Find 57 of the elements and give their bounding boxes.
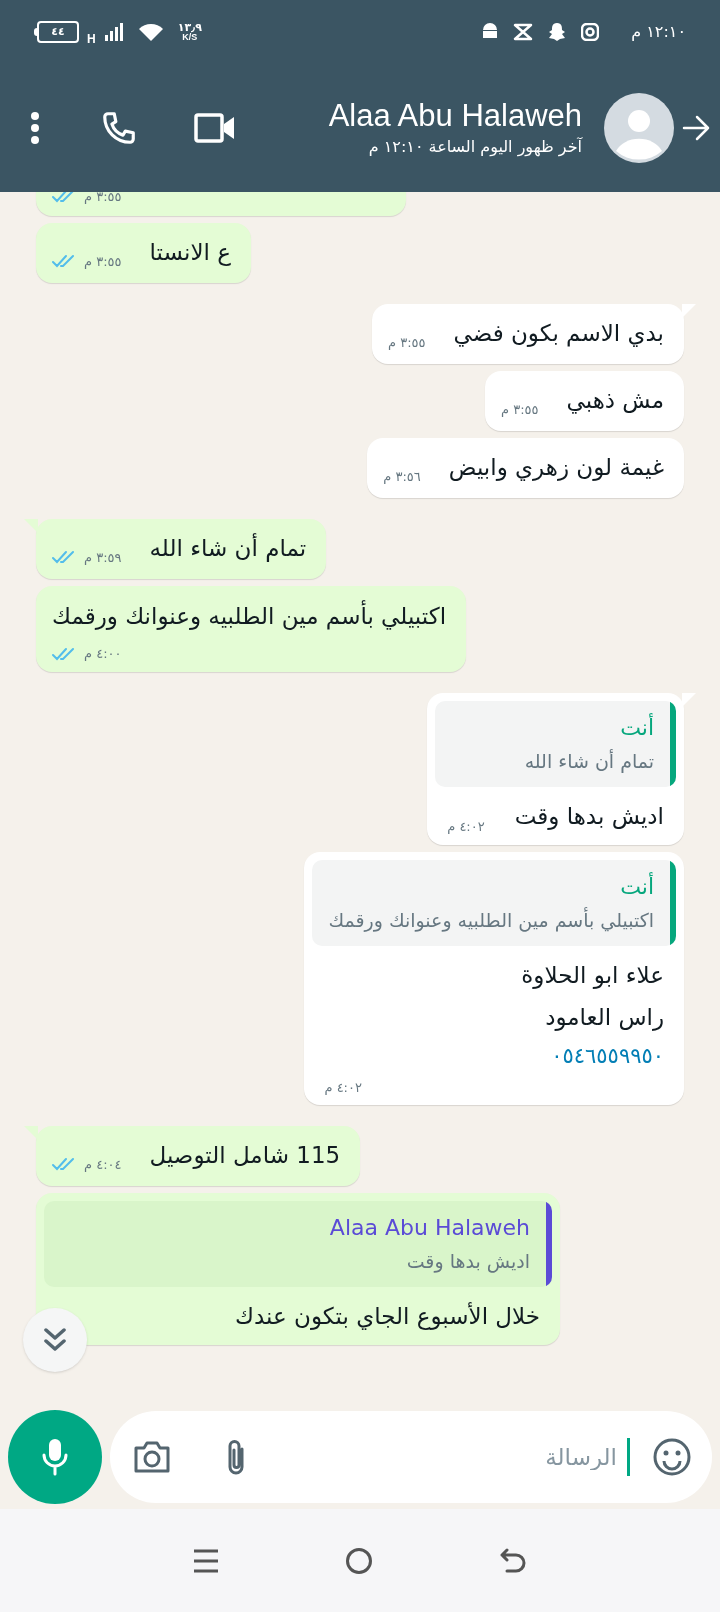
contact-name[interactable]: Alaa Abu Halaweh [328, 96, 582, 136]
home-icon[interactable] [345, 1546, 373, 1575]
message-field[interactable]: الرسالة [248, 1439, 617, 1475]
recent-apps-icon[interactable] [193, 1547, 219, 1574]
quote-author: أنت [620, 712, 654, 742]
message-text: علاء ابو الحلاوة [521, 960, 664, 991]
message-time: ٣:٥٥ م [84, 252, 122, 271]
battery-level: ٤٤ [51, 23, 65, 40]
wifi-icon [137, 22, 164, 42]
phone-icon[interactable] [100, 109, 138, 147]
message-text: غيمة لون زهري وابيض [448, 453, 664, 483]
back-arrow-icon[interactable] [682, 115, 710, 141]
quote-text: تمام أن شاء الله [524, 748, 654, 775]
ghost-icon [547, 22, 568, 42]
microphone-icon [42, 1438, 68, 1476]
network-type: H [87, 31, 96, 48]
camera-icon[interactable] [132, 1440, 172, 1474]
text-cursor [627, 1438, 630, 1476]
quoted-message[interactable]: أنت اكتبيلي بأسم مين الطلبيه وعنوانك ورقمك [312, 859, 676, 946]
message-input[interactable]: الرسالة [110, 1411, 712, 1503]
video-call-icon[interactable] [194, 112, 236, 144]
message-text: ع الانستا [149, 238, 231, 268]
message-time: ٣:٥٦ م [383, 467, 421, 486]
app-icon [513, 23, 534, 41]
message-text: تمام أن شاء الله [149, 532, 307, 564]
signal-icon [103, 22, 124, 42]
avatar-icon[interactable] [604, 93, 674, 163]
message-text: 115 شامل التوصيل [149, 1141, 341, 1171]
emoji-icon[interactable] [652, 1437, 692, 1477]
message-text: بدي الاسم بكون فضي [453, 319, 664, 349]
menu-icon[interactable] [30, 111, 40, 145]
scroll-down-button[interactable] [23, 1308, 87, 1372]
phone-link[interactable]: ٠٥٤٦٥٥٩٩٥٠ [551, 1037, 664, 1074]
quoted-message[interactable]: أنت تمام أن شاء الله [435, 700, 676, 787]
speed-unit: K/S [182, 33, 198, 42]
message-time: ٤:٠٤ م [84, 1155, 122, 1174]
clock-time: ١٢:١٠ م [631, 21, 686, 43]
last-seen: آخر ظهور اليوم الساعة ١٢:١٠ م [368, 136, 582, 159]
double-chevron-icon [44, 1328, 66, 1352]
message-text: اديش بدها وقت [514, 801, 664, 832]
message-time: ٤:٠٢ م [447, 818, 485, 836]
network-speed: ١٣٫٩ [177, 22, 202, 33]
message-time: ٣:٥٥ م [84, 192, 122, 206]
quote-author: Alaa Abu Halaweh [329, 1214, 530, 1242]
message-text: راس العامود [545, 1002, 664, 1033]
quote-author: أنت [620, 871, 654, 901]
message-time: ٣:٥٩ م [84, 548, 122, 567]
quote-text: اكتبيلي بأسم مين الطلبيه وعنوانك ورقمك [328, 906, 654, 934]
message-time: ٤:٠٢ م [324, 1078, 362, 1097]
message-text: خلال الأسبوع الجاي بتكون عندك [235, 1301, 540, 1332]
message-time: ٣:٥٥ م [501, 400, 539, 419]
message-time: ٤:٠٠ م [84, 645, 122, 663]
back-icon[interactable] [499, 1547, 527, 1574]
quote-text: اديش بدها وقت [406, 1249, 530, 1275]
message-text: مش ذهبي [566, 386, 664, 416]
message-time: ٣:٥٥ م [388, 333, 426, 352]
message-text: اكتبيلي بأسم مين الطلبيه وعنوانك ورقمك [52, 596, 447, 636]
